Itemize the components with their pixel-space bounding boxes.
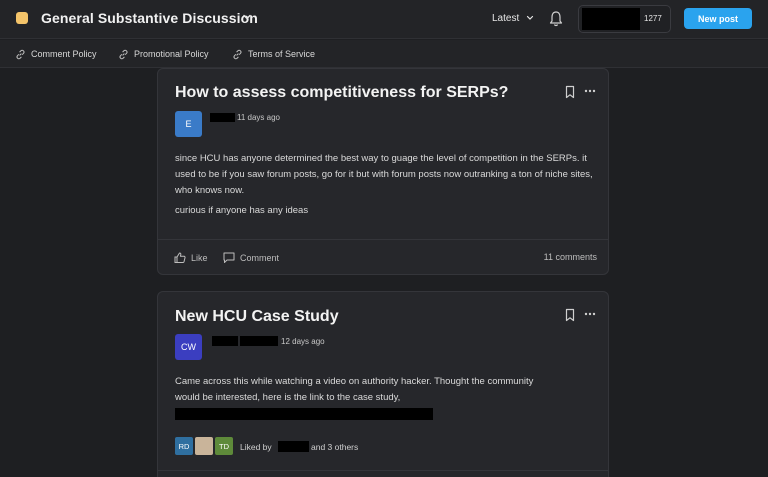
bell-icon[interactable] — [548, 10, 564, 28]
chevron-down-icon[interactable] — [525, 13, 535, 23]
liked-by-prefix: Liked by — [240, 442, 272, 452]
comment-icon — [223, 252, 235, 263]
comments-count[interactable]: 11 comments — [544, 252, 597, 262]
liker-avatar[interactable]: TD — [215, 437, 233, 455]
post-paragraph: curious if anyone has any ideas — [175, 205, 309, 216]
redacted-author-name — [240, 336, 278, 346]
like-label: Like — [191, 252, 208, 263]
like-button[interactable]: Like — [174, 252, 208, 263]
redacted-author-name — [212, 336, 238, 346]
more-options-icon[interactable] — [584, 312, 596, 316]
redacted-liker-name[interactable] — [278, 441, 309, 452]
redacted-author-name — [210, 113, 235, 122]
post-card[interactable]: New HCU Case Study CW 12 days ago Came a… — [157, 291, 609, 477]
liked-by-suffix[interactable]: and 3 others — [311, 442, 358, 452]
author-avatar[interactable]: E — [175, 111, 202, 137]
link-icon — [233, 49, 242, 59]
link-icon — [16, 49, 25, 59]
thumbs-up-icon — [174, 252, 186, 263]
redacted-username — [582, 8, 640, 30]
comment-policy-link[interactable]: Comment Policy — [15, 48, 97, 60]
liker-avatar[interactable]: RD — [175, 437, 193, 455]
promotional-policy-label: Promotional Policy — [134, 49, 209, 59]
post-title[interactable]: New HCU Case Study — [175, 308, 339, 326]
post-paragraph: since HCU has anyone determined the best… — [175, 153, 593, 196]
community-title[interactable]: General Substantive Discussion — [41, 10, 258, 26]
community-icon — [16, 12, 28, 24]
link-icon — [119, 49, 128, 59]
post-title[interactable]: How to assess competitiveness for SERPs? — [175, 84, 508, 102]
author-avatar[interactable]: CW — [175, 334, 202, 360]
terms-of-service-link[interactable]: Terms of Service — [232, 48, 315, 60]
post-card[interactable]: How to assess competitiveness for SERPs?… — [157, 68, 609, 275]
comment-policy-label: Comment Policy — [31, 49, 97, 59]
card-divider — [158, 470, 608, 471]
card-divider — [158, 239, 608, 240]
bookmark-icon[interactable] — [564, 308, 576, 322]
sort-dropdown[interactable]: Latest — [492, 13, 519, 24]
top-bar: General Substantive Discussion Latest 12… — [0, 0, 768, 39]
new-post-button[interactable]: New post — [684, 8, 752, 29]
comment-label: Comment — [240, 252, 280, 263]
post-body: Came across this while watching a video … — [175, 374, 555, 410]
promotional-policy-link[interactable]: Promotional Policy — [118, 48, 209, 60]
post-body: since HCU has anyone determined the best… — [175, 151, 595, 223]
redacted-link[interactable] — [175, 408, 433, 420]
post-time: 12 days ago — [281, 337, 325, 346]
post-time: 11 days ago — [237, 113, 280, 122]
user-profile-button[interactable]: 1277 — [578, 5, 671, 33]
liker-avatar[interactable] — [195, 437, 213, 455]
bookmark-icon[interactable] — [564, 85, 576, 99]
more-options-icon[interactable] — [584, 89, 596, 93]
chevron-down-icon[interactable] — [241, 11, 253, 23]
terms-of-service-label: Terms of Service — [248, 49, 316, 59]
policy-links-bar: Comment Policy Promotional Policy Terms … — [0, 40, 768, 68]
comment-button[interactable]: Comment — [223, 252, 279, 263]
user-points: 1277 — [644, 14, 662, 23]
post-paragraph: Came across this while watching a video … — [175, 376, 534, 403]
